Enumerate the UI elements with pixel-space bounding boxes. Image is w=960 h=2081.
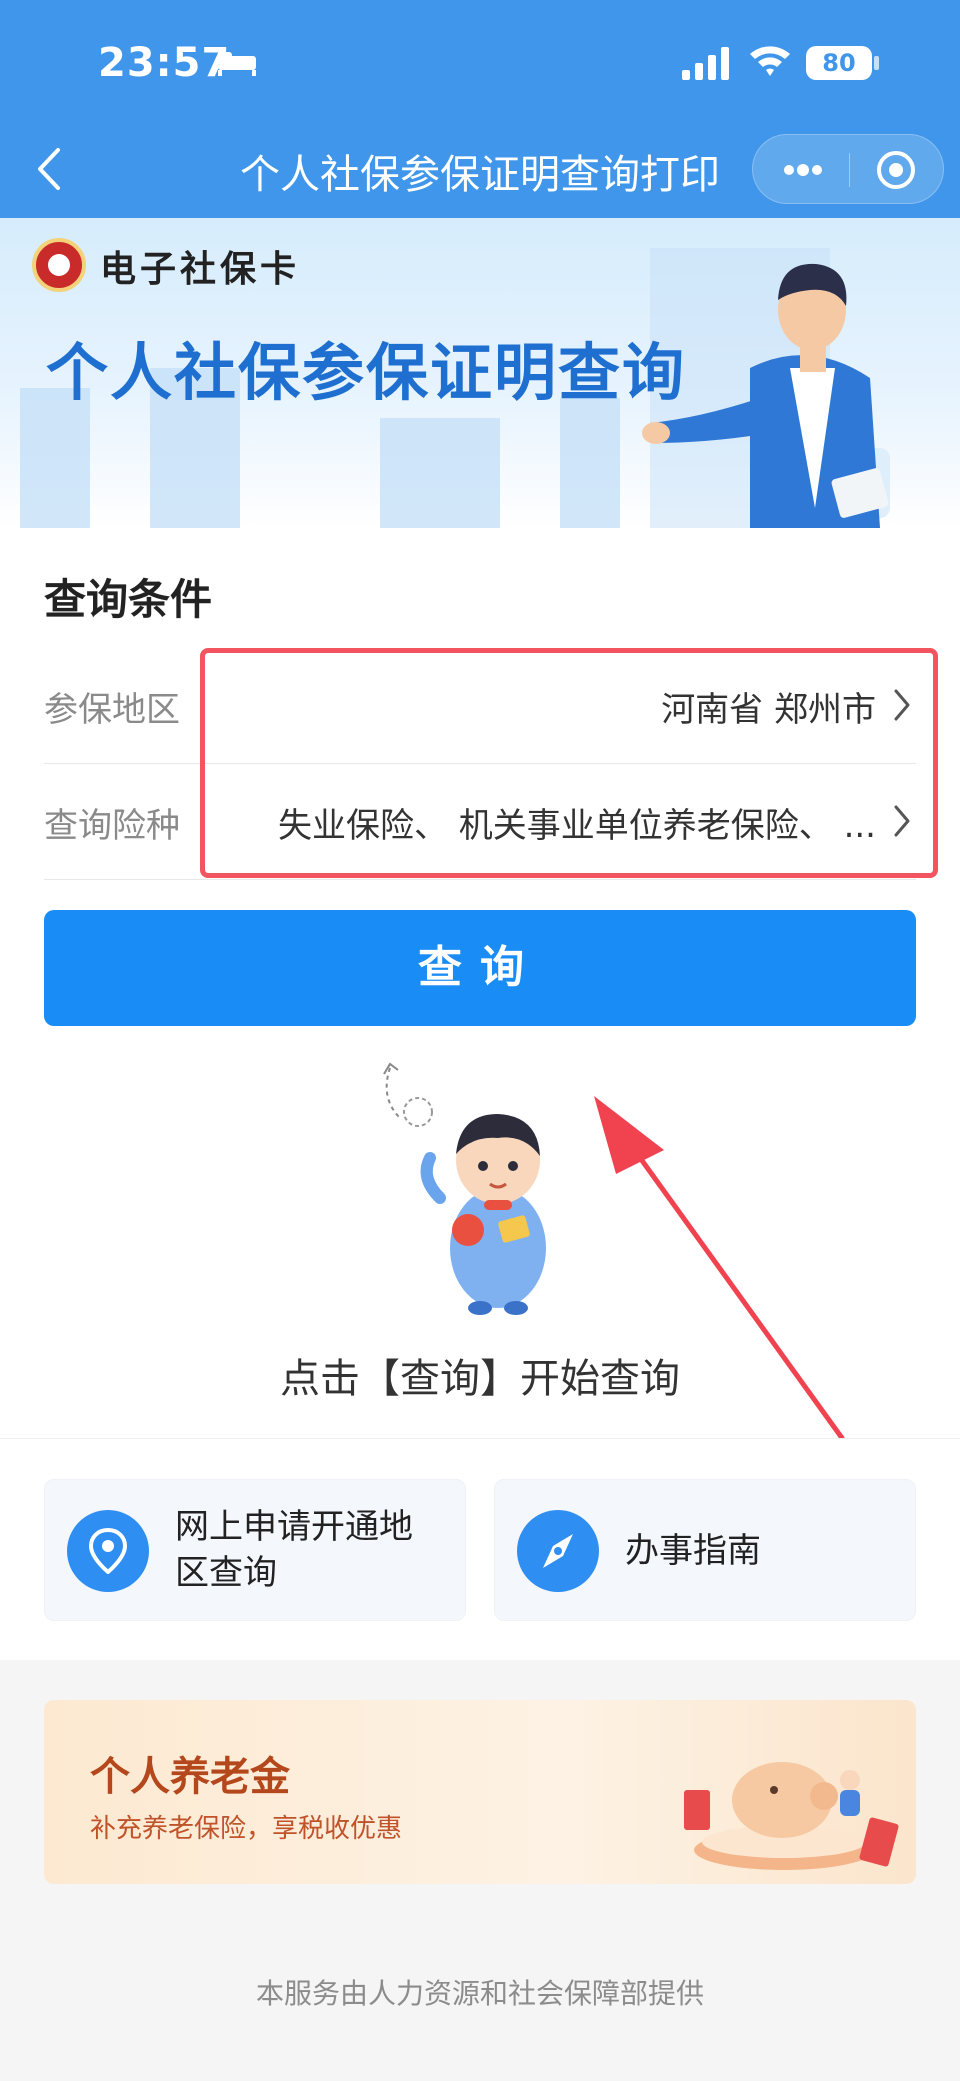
battery-tip bbox=[874, 56, 879, 70]
query-button[interactable]: 查询 bbox=[44, 910, 916, 1026]
region-row[interactable]: 参保地区 河南省 郑州市 bbox=[44, 648, 916, 764]
chevron-right-icon bbox=[894, 805, 910, 837]
banner-building bbox=[380, 418, 500, 528]
apply-region-link[interactable]: 网上申请开通地区查询 bbox=[44, 1479, 466, 1621]
top-bar: 23:57 80 个人社保参保证明查询打印 bbox=[0, 0, 960, 218]
status-time: 23:57 bbox=[98, 40, 231, 86]
footer-text: 本服务由人力资源和社会保障部提供 bbox=[255, 1977, 704, 2010]
apply-region-label: 网上申请开通地区查询 bbox=[175, 1507, 413, 1593]
battery-indicator: 80 bbox=[806, 46, 872, 80]
mini-program-capsule bbox=[752, 134, 944, 204]
cellular-signal-icon bbox=[682, 47, 729, 80]
promo-subtitle: 补充养老保险，享税收优惠 bbox=[90, 1814, 403, 1844]
social-security-card-logo bbox=[32, 238, 86, 292]
section-title: 查询条件 bbox=[44, 575, 213, 624]
insurance-type-label: 查询险种 bbox=[44, 806, 180, 846]
service-links: 网上申请开通地区查询 办事指南 bbox=[0, 1438, 960, 1660]
red-arrow-annotation bbox=[594, 1096, 845, 1441]
pension-promo-banner[interactable]: 个人养老金 补充养老保险，享税收优惠 bbox=[44, 1700, 916, 1884]
more-icon[interactable] bbox=[779, 155, 827, 185]
capsule-divider bbox=[849, 153, 850, 187]
piggy-bank-illustration bbox=[684, 1762, 899, 1870]
wifi-icon bbox=[750, 46, 790, 76]
banner-title: 个人社保参保证明查询 bbox=[46, 336, 687, 409]
child-pointing-illustration bbox=[383, 1062, 546, 1315]
banner-building bbox=[560, 398, 620, 528]
banner: 电子社保卡 个人社保参保证明查询 bbox=[0, 218, 960, 528]
close-mini-program-icon[interactable] bbox=[875, 149, 917, 191]
businessman-illustration bbox=[642, 263, 890, 528]
region-label: 参保地区 bbox=[44, 690, 180, 730]
chevron-right-icon bbox=[894, 689, 910, 721]
insurance-type-row[interactable]: 查询险种 失业保险、 机关事业单位养老保险、 ... bbox=[44, 764, 916, 880]
service-guide-label: 办事指南 bbox=[625, 1531, 761, 1571]
sleep-mode-icon bbox=[218, 52, 256, 76]
service-guide-link[interactable]: 办事指南 bbox=[494, 1479, 916, 1621]
location-pin-icon bbox=[67, 1510, 149, 1592]
region-value[interactable]: 河南省 郑州市 bbox=[661, 682, 876, 731]
compass-icon bbox=[517, 1510, 599, 1592]
insurance-type-value[interactable]: 失业保险、 机关事业单位养老保险、 ... bbox=[278, 798, 876, 847]
logo-text: 电子社保卡 bbox=[100, 248, 301, 290]
promo-title: 个人养老金 bbox=[90, 1754, 290, 1800]
